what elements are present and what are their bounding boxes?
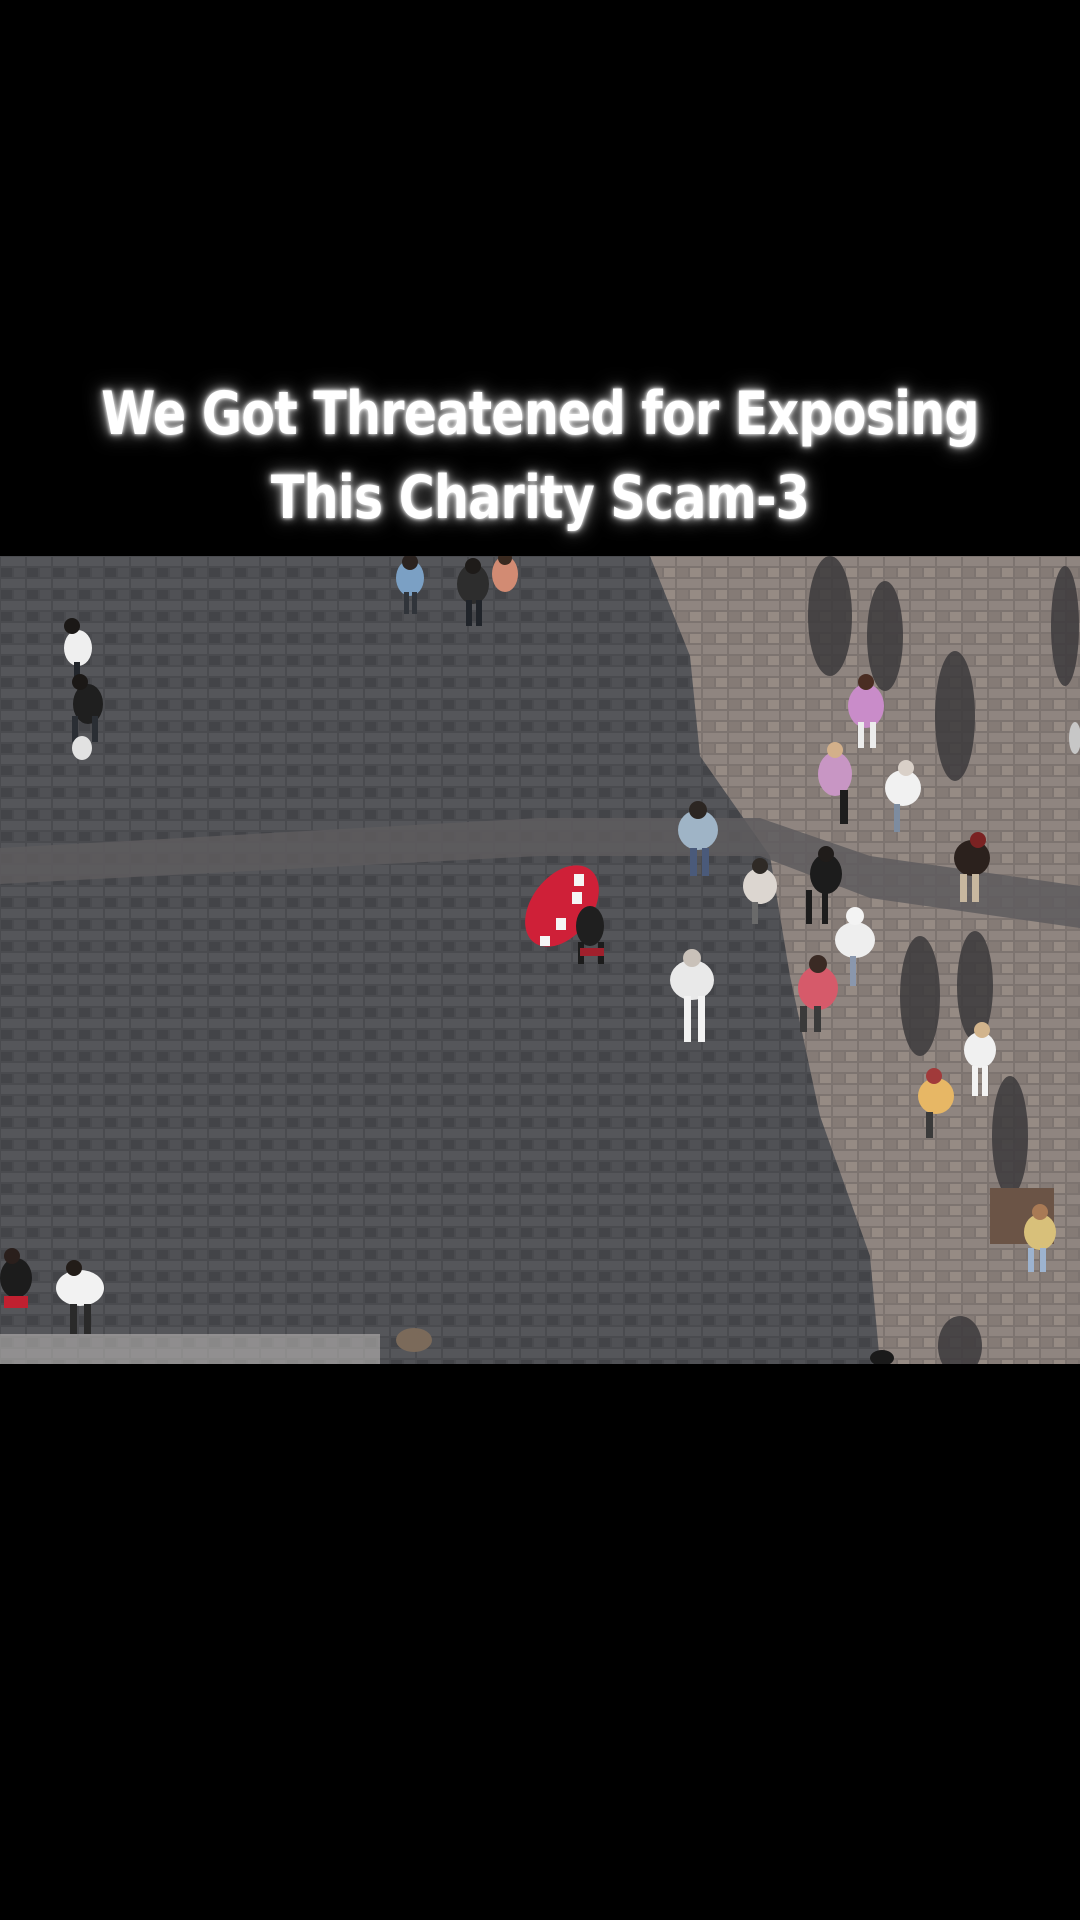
aerial-street-scene bbox=[0, 556, 1080, 1364]
video-frame[interactable] bbox=[0, 556, 1080, 1364]
curb bbox=[0, 1334, 380, 1364]
caption-line-2: This Charity Scam-3 bbox=[270, 463, 810, 533]
caption-line-1: We Got Threatened for Exposing bbox=[101, 379, 979, 449]
video-player-screen[interactable]: We Got Threatened for Exposing This Char… bbox=[0, 0, 1080, 1920]
video-caption: We Got Threatened for Exposing This Char… bbox=[97, 372, 983, 540]
